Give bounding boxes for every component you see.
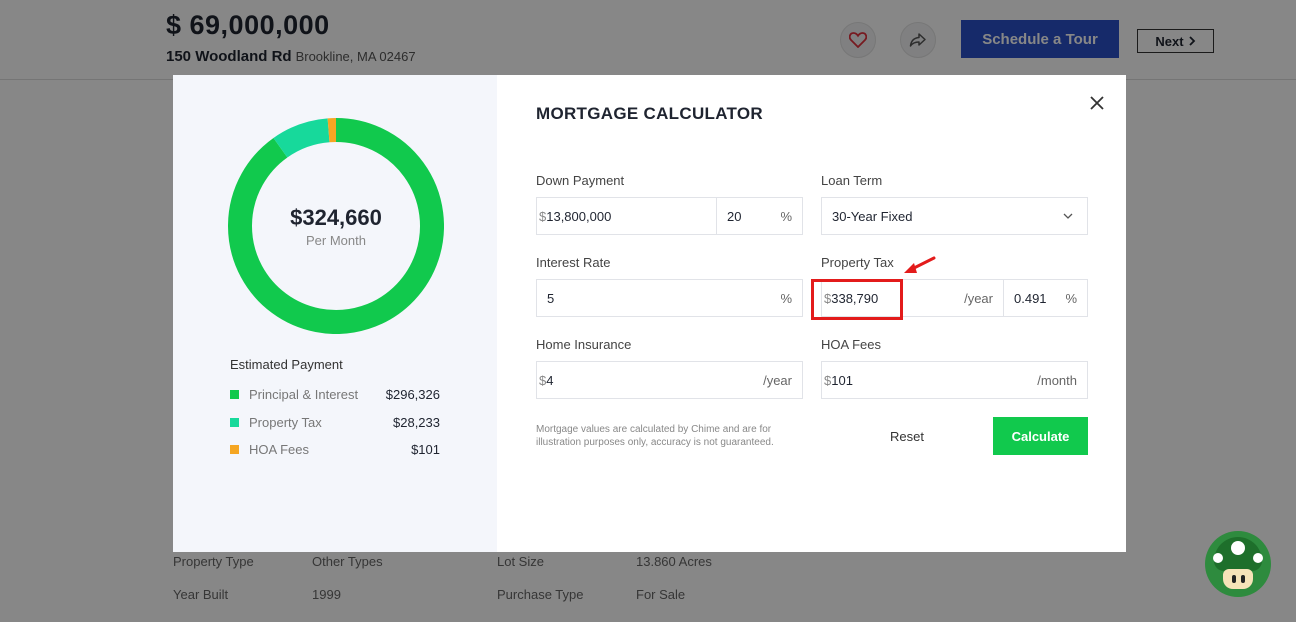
- hoa-fees-label: HOA Fees: [821, 337, 881, 352]
- home-insurance-input[interactable]: $4 /year: [536, 361, 803, 399]
- calculate-button[interactable]: Calculate: [993, 417, 1088, 455]
- home-insurance-label: Home Insurance: [536, 337, 632, 352]
- down-payment-input[interactable]: $13,800,000: [536, 197, 717, 235]
- legend-row-hoa: HOA Fees $101: [230, 440, 440, 458]
- mortgage-calculator-modal: $324,660 Per Month Estimated Payment Pri…: [173, 75, 1126, 552]
- legend-label: Principal & Interest: [249, 386, 359, 402]
- legend-row-principal: Principal & Interest $296,326: [230, 385, 440, 403]
- interest-rate-input[interactable]: 5 %: [536, 279, 803, 317]
- legend-swatch: [230, 417, 239, 427]
- property-tax-label: Property Tax: [821, 255, 894, 270]
- legend-label: HOA Fees: [249, 441, 309, 457]
- legend-swatch: [230, 389, 239, 399]
- mushroom-eye: [1241, 575, 1245, 583]
- highlight-annotation: [811, 279, 903, 320]
- legend-value: $101: [411, 441, 440, 457]
- estimated-payment-title: Estimated Payment: [230, 357, 343, 372]
- close-button[interactable]: [1087, 93, 1107, 113]
- disclaimer-text: Mortgage values are calculated by Chime …: [536, 424, 774, 448]
- per-year-suffix: /year: [964, 290, 993, 306]
- per-month-suffix: /month: [1037, 372, 1077, 388]
- down-payment-percent-input[interactable]: 20 %: [716, 197, 803, 235]
- mushroom-eye: [1232, 575, 1236, 583]
- percent-suffix: %: [780, 208, 792, 224]
- currency-prefix: $: [539, 208, 547, 224]
- down-payment-label: Down Payment: [536, 173, 625, 188]
- legend-row-property-tax: Property Tax $28,233: [230, 413, 440, 431]
- donut-center: $324,660 Per Month: [228, 118, 444, 334]
- property-tax-percent-value: 0.491: [1014, 290, 1047, 306]
- percent-suffix: %: [1065, 290, 1077, 306]
- property-tax-percent-input[interactable]: 0.491 %: [1003, 279, 1088, 317]
- mushroom-face: [1223, 569, 1253, 589]
- currency-prefix: $: [824, 372, 832, 388]
- close-icon: [1090, 96, 1104, 110]
- loan-term-value: 30-Year Fixed: [832, 208, 913, 224]
- mushroom-spot: [1231, 541, 1245, 555]
- interest-rate-value: 5: [547, 290, 555, 306]
- legend-swatch: [230, 444, 239, 454]
- per-year-suffix: /year: [763, 372, 792, 388]
- loan-term-select[interactable]: 30-Year Fixed: [821, 197, 1088, 235]
- home-insurance-value: 4: [546, 372, 554, 388]
- percent-suffix: %: [780, 290, 792, 306]
- reset-button[interactable]: Reset: [865, 417, 949, 455]
- payment-summary-panel: $324,660 Per Month Estimated Payment Pri…: [173, 75, 497, 552]
- legend-value: $296,326: [385, 386, 440, 402]
- hoa-fees-input[interactable]: $101 /month: [821, 361, 1088, 399]
- mushroom-spot: [1213, 553, 1223, 563]
- annotation-arrow-icon: [904, 256, 936, 273]
- legend-label: Property Tax: [249, 414, 322, 430]
- down-payment-percent-value: 20: [727, 208, 742, 224]
- modal-title: MORTGAGE CALCULATOR: [536, 104, 763, 123]
- monthly-payment-amount: $324,660: [290, 204, 382, 230]
- chevron-down-icon: [1063, 213, 1073, 219]
- down-payment-value: 13,800,000: [546, 208, 612, 224]
- interest-rate-label: Interest Rate: [536, 255, 611, 270]
- currency-prefix: $: [539, 372, 547, 388]
- loan-term-label: Loan Term: [821, 173, 883, 188]
- hoa-fees-value: 101: [831, 372, 853, 388]
- monthly-payment-label: Per Month: [306, 232, 366, 248]
- mushroom-icon[interactable]: [1205, 531, 1271, 597]
- legend-value: $28,233: [393, 414, 440, 430]
- mushroom-spot: [1253, 553, 1263, 563]
